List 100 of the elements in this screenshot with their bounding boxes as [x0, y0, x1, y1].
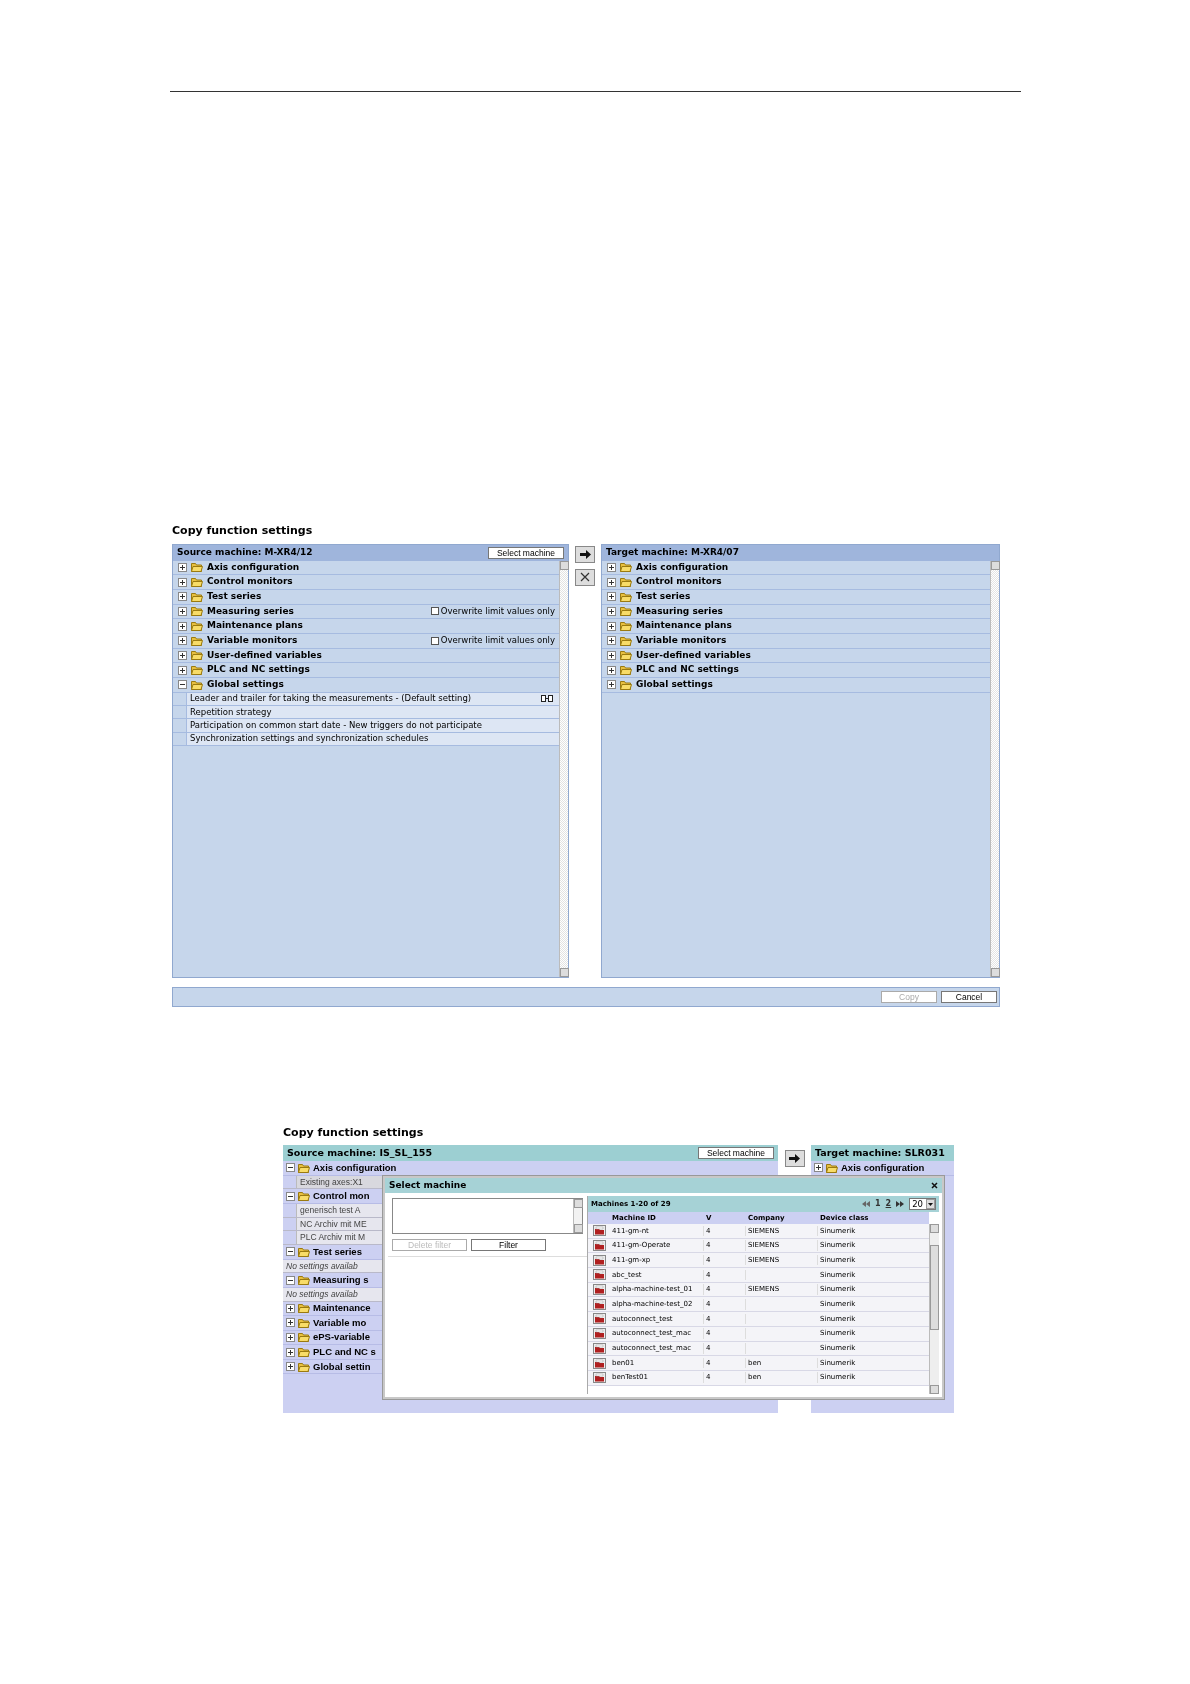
- tree-item[interactable]: Axis configuration: [602, 560, 990, 576]
- page-link[interactable]: 1: [875, 1198, 881, 1210]
- arrow-icon: [579, 549, 591, 559]
- machine-icon[interactable]: [592, 1225, 606, 1237]
- page-link[interactable]: 2: [885, 1198, 892, 1210]
- page-size-select[interactable]: 20: [909, 1198, 936, 1210]
- tree-item[interactable]: Axis configuration: [173, 560, 559, 576]
- tree-item[interactable]: Variable monitors Overwrite limit values only: [173, 633, 559, 649]
- tree-item[interactable]: Control monitors: [173, 575, 559, 590]
- tree-item[interactable]: User-defined variables: [602, 648, 990, 664]
- expand-icon[interactable]: [607, 562, 616, 572]
- transfer-button[interactable]: [784, 1150, 805, 1167]
- machine-icon[interactable]: [592, 1269, 606, 1281]
- overwrite-checkbox[interactable]: Overwrite limit values only: [430, 605, 555, 618]
- folder-icon: [620, 679, 632, 690]
- expand-icon[interactable]: [607, 636, 616, 646]
- expand-icon[interactable]: [607, 650, 616, 660]
- tree-item[interactable]: Maintenance plans: [602, 619, 990, 634]
- tree-item[interactable]: Measuring series: [602, 604, 990, 620]
- tree-item[interactable]: Global settings: [602, 678, 990, 693]
- scrollbar[interactable]: [990, 560, 999, 977]
- filter-button[interactable]: Filter: [471, 1239, 546, 1251]
- expand-icon[interactable]: [607, 665, 616, 675]
- last-page-icon[interactable]: [896, 1201, 905, 1207]
- scrollbar[interactable]: [559, 560, 568, 977]
- tree-item[interactable]: Maintenance plans: [173, 619, 559, 634]
- close-icon: [580, 572, 590, 582]
- folder-icon: [826, 1162, 838, 1173]
- expand-icon[interactable]: [607, 577, 616, 587]
- machine-icon[interactable]: [592, 1254, 606, 1266]
- filter-field[interactable]: [392, 1198, 583, 1234]
- folder-icon: [620, 635, 632, 646]
- machine-icon[interactable]: [592, 1284, 606, 1296]
- scrollbar[interactable]: [573, 1199, 582, 1233]
- expand-icon[interactable]: [178, 592, 187, 602]
- arrow-icon: [789, 1154, 800, 1163]
- expand-icon[interactable]: [814, 1163, 823, 1173]
- tree-item[interactable]: Control monitors: [602, 575, 990, 590]
- folder-icon: [191, 591, 203, 602]
- tree-item[interactable]: User-defined variables: [173, 648, 559, 664]
- machine-icon[interactable]: [592, 1313, 606, 1325]
- expand-icon[interactable]: [178, 621, 187, 631]
- tree-item[interactable]: Test series: [602, 589, 990, 605]
- machine-icon[interactable]: [592, 1240, 606, 1252]
- folder-icon: [298, 1332, 310, 1343]
- expand-icon[interactable]: [178, 606, 187, 616]
- collapse-icon[interactable]: [286, 1275, 295, 1285]
- machine-icon[interactable]: [592, 1357, 606, 1369]
- collapse-icon[interactable]: [286, 1163, 295, 1173]
- folder-icon: [620, 665, 632, 676]
- expand-icon[interactable]: [286, 1362, 295, 1372]
- remove-button[interactable]: [575, 568, 595, 586]
- expand-icon[interactable]: [607, 680, 616, 690]
- dialog-title: Select machine: [389, 1178, 467, 1192]
- tree-item[interactable]: Test series: [173, 589, 559, 605]
- tree-item[interactable]: Global settings: [173, 678, 559, 693]
- expand-icon[interactable]: [286, 1347, 295, 1357]
- expand-icon[interactable]: [178, 636, 187, 646]
- folder-icon: [191, 562, 203, 573]
- folder-icon: [298, 1317, 310, 1328]
- select-machine-button[interactable]: Select machine: [487, 546, 564, 559]
- overwrite-checkbox[interactable]: Overwrite limit values only: [430, 634, 555, 648]
- expand-icon[interactable]: [178, 650, 187, 660]
- folder-icon: [191, 679, 203, 690]
- folder-icon: [620, 577, 632, 588]
- expand-icon[interactable]: [178, 577, 187, 587]
- machine-icon[interactable]: [592, 1372, 606, 1384]
- folder-icon: [298, 1347, 310, 1358]
- close-button[interactable]: [931, 1182, 938, 1189]
- folder-icon: [191, 635, 203, 646]
- collapse-icon[interactable]: [178, 680, 187, 690]
- select-machine-button[interactable]: Select machine: [697, 1147, 774, 1159]
- folder-icon: [298, 1246, 310, 1257]
- expand-icon[interactable]: [286, 1318, 295, 1328]
- transfer-button[interactable]: [575, 545, 595, 563]
- tree-item[interactable]: PLC and NC settings: [602, 663, 990, 678]
- machine-icon[interactable]: [592, 1328, 606, 1340]
- expand-icon[interactable]: [286, 1333, 295, 1342]
- first-page-icon[interactable]: [862, 1201, 870, 1207]
- machine-icon[interactable]: [592, 1342, 606, 1354]
- expand-icon[interactable]: [607, 621, 616, 631]
- tree-item[interactable]: PLC and NC settings: [173, 663, 559, 678]
- collapse-icon[interactable]: [286, 1247, 295, 1257]
- close-icon: [931, 1182, 938, 1189]
- expand-icon[interactable]: [178, 562, 187, 572]
- setting-item[interactable]: Participation on common start date - New triggers do not participate: [173, 719, 559, 733]
- folder-icon: [298, 1361, 310, 1372]
- folder-icon: [298, 1303, 310, 1314]
- cancel-button[interactable]: Cancel: [941, 990, 997, 1003]
- scrollbar[interactable]: [929, 1224, 939, 1394]
- expand-icon[interactable]: [607, 592, 616, 602]
- expand-icon[interactable]: [178, 665, 187, 675]
- expand-icon[interactable]: [286, 1303, 295, 1313]
- expand-icon[interactable]: [607, 606, 616, 616]
- machine-icon[interactable]: [592, 1298, 606, 1310]
- folder-icon: [191, 650, 203, 661]
- tree-item[interactable]: Variable monitors: [602, 633, 990, 649]
- tree-item[interactable]: Measuring series Overwrite limit values only: [173, 604, 559, 620]
- collapse-icon[interactable]: [286, 1191, 295, 1201]
- folder-icon: [191, 665, 203, 676]
